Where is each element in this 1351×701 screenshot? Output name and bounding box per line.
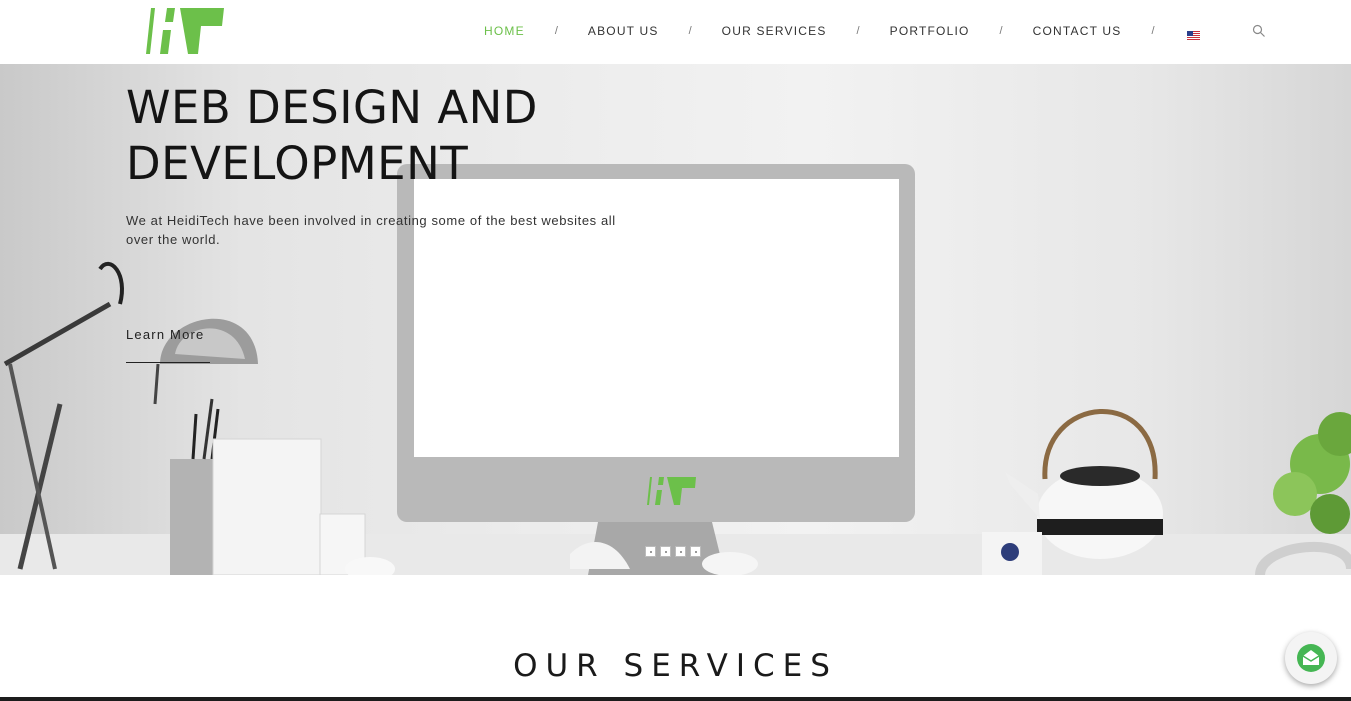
slider-dot-1[interactable] bbox=[645, 546, 656, 557]
floating-contact-button[interactable] bbox=[1285, 632, 1337, 684]
heiditech-logo[interactable] bbox=[146, 8, 228, 56]
hero-slider: WEB DESIGN AND DEVELOPMENT We at HeidiTe… bbox=[0, 64, 1351, 575]
us-flag-icon[interactable] bbox=[1186, 27, 1200, 40]
nav-our-services[interactable]: OUR SERVICES bbox=[708, 24, 841, 38]
slider-dot-3[interactable] bbox=[675, 546, 686, 557]
services-section-divider bbox=[0, 697, 1351, 701]
nav-contact-us[interactable]: CONTACT US bbox=[1019, 24, 1136, 38]
nav-portfolio[interactable]: PORTFOLIO bbox=[876, 24, 984, 38]
slider-pagination bbox=[645, 546, 701, 557]
nav-about-us[interactable]: ABOUT US bbox=[574, 24, 673, 38]
learn-more-button[interactable]: Learn More bbox=[126, 327, 210, 363]
slider-dot-4[interactable] bbox=[690, 546, 701, 557]
hero-title-line-2: DEVELOPMENT bbox=[126, 137, 469, 190]
nav-separator: / bbox=[999, 25, 1003, 37]
hero-title-line-1: WEB DESIGN AND bbox=[126, 81, 538, 134]
nav-separator: / bbox=[1151, 25, 1155, 37]
nav-separator: / bbox=[856, 25, 860, 37]
hero-description: We at HeidiTech have been involved in cr… bbox=[126, 213, 616, 247]
search-icon[interactable] bbox=[1252, 24, 1266, 38]
hero-title: WEB DESIGN AND DEVELOPMENT bbox=[126, 80, 646, 192]
services-section-title: OUR SERVICES bbox=[513, 648, 838, 684]
nav-home[interactable]: HOME bbox=[470, 24, 539, 38]
mail-icon bbox=[1297, 644, 1325, 672]
nav-separator: / bbox=[688, 25, 692, 37]
slider-dot-2[interactable] bbox=[660, 546, 671, 557]
main-nav: HOME / ABOUT US / OUR SERVICES / PORTFOL… bbox=[470, 0, 1266, 62]
site-header: HOME / ABOUT US / OUR SERVICES / PORTFOL… bbox=[0, 0, 1351, 64]
teapot-illustration bbox=[982, 409, 1163, 575]
nav-separator: / bbox=[554, 25, 558, 37]
plant-illustration bbox=[1273, 412, 1351, 534]
